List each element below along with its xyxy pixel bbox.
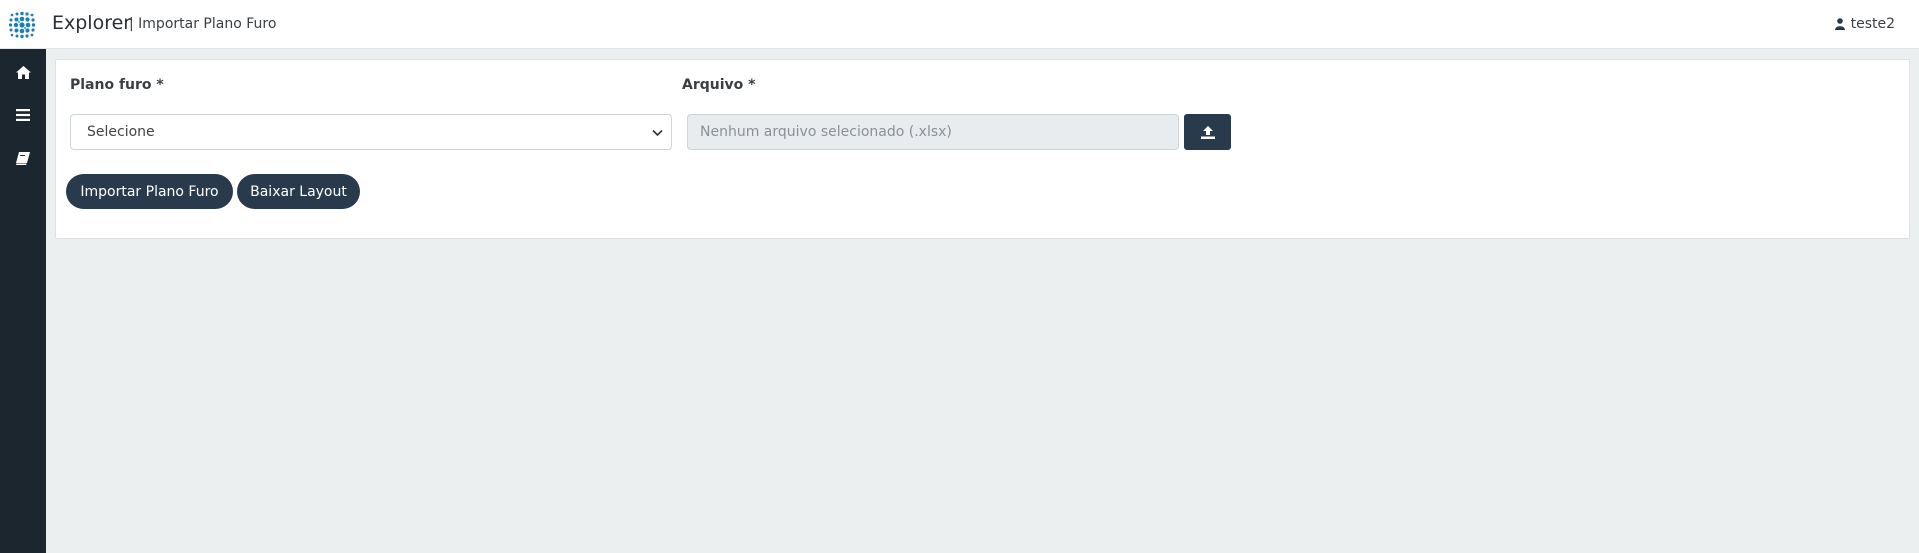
plano-furo-selected-value: Selecione (87, 124, 155, 140)
arquivo-placeholder: Nenhum arquivo selecionado (.xlsx) (700, 124, 952, 140)
upload-icon (1200, 125, 1215, 139)
user-menu[interactable]: teste2 (1834, 16, 1895, 32)
import-form-card: Plano furo * Arquivo * Selecione Nenhum … (55, 59, 1910, 239)
upload-button[interactable] (1184, 114, 1231, 150)
home-icon (15, 65, 31, 79)
top-bar: Explorer | Importar Plano Furo teste2 (0, 0, 1919, 49)
sidebar-item-book[interactable] (0, 138, 46, 178)
plano-furo-select[interactable]: Selecione (70, 114, 672, 150)
import-plano-furo-button[interactable]: Importar Plano Furo (66, 174, 233, 209)
sidebar (0, 49, 46, 553)
plano-furo-label: Plano furo * (70, 77, 164, 93)
book-icon (16, 151, 30, 165)
baixar-layout-button[interactable]: Baixar Layout (237, 174, 360, 209)
menu-icon (16, 109, 30, 121)
sidebar-item-home[interactable] (0, 52, 46, 92)
chevron-down-icon (652, 129, 663, 137)
arquivo-label: Arquivo * (682, 77, 756, 93)
app-title: Explorer (52, 12, 132, 34)
page-subtitle: | Importar Plano Furo (129, 16, 277, 32)
sidebar-item-menu[interactable] (0, 95, 46, 135)
user-icon (1834, 18, 1845, 30)
explorer-logo-icon[interactable] (6, 9, 38, 41)
user-name: teste2 (1850, 16, 1895, 32)
arquivo-file-input[interactable]: Nenhum arquivo selecionado (.xlsx) (687, 114, 1179, 150)
